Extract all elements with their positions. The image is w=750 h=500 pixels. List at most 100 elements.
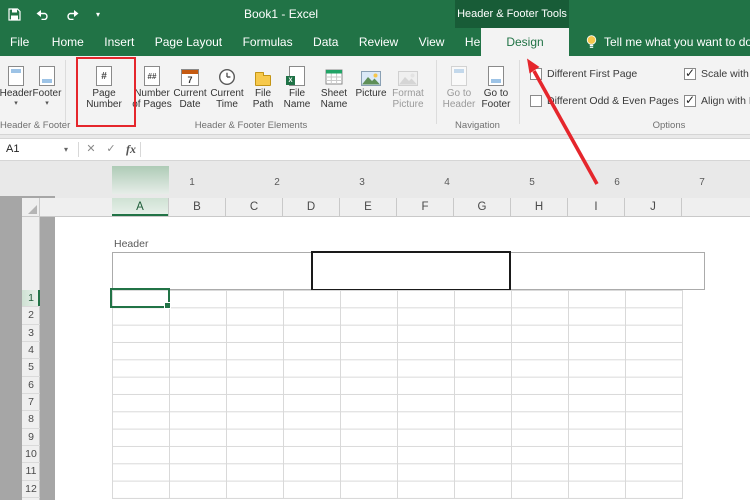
- group-separator: [65, 60, 66, 124]
- go-to-header-button: Go to Header: [441, 58, 477, 124]
- cancel-button[interactable]: ✕: [82, 139, 100, 160]
- number-of-pages-icon: ##: [144, 60, 160, 86]
- row-header-5[interactable]: 5: [22, 359, 40, 377]
- file-name-button[interactable]: X File Name: [281, 58, 313, 124]
- checkbox-icon[interactable]: [684, 66, 696, 80]
- column-header-a[interactable]: A: [112, 198, 169, 216]
- checkbox-align-with-margins[interactable]: Align with Page Margins: [684, 93, 750, 107]
- tab-page-layout[interactable]: Page Layout: [147, 28, 230, 56]
- row-header-10[interactable]: 10: [22, 446, 40, 464]
- window-title: Book1 - Excel: [244, 7, 319, 21]
- ribbon-tab-row: File Home Insert Page Layout Formulas Da…: [0, 28, 750, 56]
- qat-customize-caret-icon[interactable]: ▾: [93, 6, 103, 22]
- picture-button[interactable]: Picture: [355, 58, 387, 124]
- row-header-9[interactable]: 9: [22, 429, 40, 446]
- file-name-icon: X: [286, 60, 305, 86]
- dropdown-caret-icon: ▾: [45, 100, 49, 107]
- tab-review[interactable]: Review: [351, 28, 406, 56]
- row-header-11[interactable]: 11: [22, 463, 40, 481]
- ruler-mark: 1: [189, 177, 195, 188]
- format-picture-button: Format Picture: [388, 58, 428, 124]
- ruler-mark: 4: [444, 177, 450, 188]
- column-header-b[interactable]: B: [169, 198, 226, 216]
- row-header-4[interactable]: 4: [22, 342, 40, 360]
- ruler-mark: 5: [529, 177, 535, 188]
- lightbulb-icon: [586, 35, 597, 48]
- row-header-3[interactable]: 3: [22, 325, 40, 342]
- go-to-footer-button[interactable]: Go to Footer: [478, 58, 514, 124]
- insert-function-button[interactable]: fx: [122, 139, 140, 160]
- formula-bar: A1 ▾ ✕ ✓ fx: [0, 138, 750, 161]
- group-separator: [436, 60, 437, 124]
- go-to-footer-icon: [488, 60, 504, 86]
- footer-icon: [39, 60, 55, 86]
- tab-home[interactable]: Home: [44, 28, 92, 56]
- current-time-button[interactable]: Current Time: [209, 58, 245, 124]
- go-to-header-icon: [451, 60, 467, 86]
- row-header-6[interactable]: 6: [22, 377, 40, 394]
- column-header-c[interactable]: C: [226, 198, 283, 216]
- ruler-mark: 3: [359, 177, 365, 188]
- column-header-strip: A B C D E F G H I J: [22, 198, 750, 217]
- ruler-mark: 6: [614, 177, 620, 188]
- header-center-section-selected[interactable]: [311, 251, 511, 291]
- divider: [78, 142, 79, 157]
- select-all-corner[interactable]: [22, 198, 40, 216]
- formula-input[interactable]: [142, 139, 750, 160]
- column-header-e[interactable]: E: [340, 198, 397, 216]
- tab-file[interactable]: File: [0, 28, 39, 56]
- row-header-2[interactable]: 2: [22, 307, 40, 325]
- ruler-mark: 2: [274, 177, 280, 188]
- current-date-button[interactable]: 7 Current Date: [172, 58, 208, 124]
- picture-icon: [361, 60, 381, 86]
- selected-cell-a1[interactable]: [110, 288, 171, 309]
- column-header-f[interactable]: F: [397, 198, 454, 216]
- redo-icon[interactable]: [64, 6, 80, 22]
- quick-access-toolbar: ▾: [6, 0, 103, 28]
- checkbox-icon[interactable]: [530, 68, 542, 80]
- tab-formulas[interactable]: Formulas: [235, 28, 301, 56]
- tab-view[interactable]: View: [411, 28, 453, 56]
- fill-handle[interactable]: [164, 302, 171, 309]
- row-header-7[interactable]: 7: [22, 394, 40, 412]
- format-picture-icon: [398, 60, 418, 86]
- column-header-j[interactable]: J: [625, 198, 682, 216]
- ruler-selection-highlight: [112, 166, 169, 194]
- name-box-caret-icon[interactable]: ▾: [64, 139, 68, 160]
- checkbox-different-odd-even[interactable]: Different Odd & Even Pages: [530, 95, 679, 107]
- tab-insert[interactable]: Insert: [96, 28, 142, 56]
- checkbox-icon[interactable]: [684, 93, 696, 107]
- tell-me-box[interactable]: Tell me what you want to do: [585, 28, 750, 56]
- column-header-i[interactable]: I: [568, 198, 625, 216]
- worksheet-grid[interactable]: [112, 290, 683, 499]
- file-path-button[interactable]: File Path: [247, 58, 279, 124]
- row-header-12[interactable]: 12: [22, 481, 40, 498]
- group-label-header-footer: Header & Footer: [0, 120, 71, 131]
- tab-data[interactable]: Data: [305, 28, 346, 56]
- undo-icon[interactable]: [35, 6, 51, 22]
- checkbox-different-first-page[interactable]: Different First Page: [530, 68, 637, 80]
- titlebar: ▾ Book1 - Excel Header & Footer Tools: [0, 0, 750, 28]
- current-time-icon: [218, 60, 236, 86]
- footer-button[interactable]: Footer ▾: [32, 58, 62, 124]
- checkbox-icon[interactable]: [530, 95, 542, 107]
- tell-me-label: Tell me what you want to do: [604, 35, 750, 49]
- file-path-icon: [255, 60, 271, 86]
- ruler-mark: 7: [699, 177, 705, 188]
- column-header-g[interactable]: G: [454, 198, 511, 216]
- header-button[interactable]: Header ▾: [0, 58, 32, 124]
- sheet-name-button[interactable]: Sheet Name: [315, 58, 353, 124]
- save-icon[interactable]: [6, 6, 22, 22]
- group-label-options: Options: [652, 120, 686, 131]
- excel-window: ▾ Book1 - Excel Header & Footer Tools Fi…: [0, 0, 750, 500]
- row-header-1[interactable]: 1: [22, 290, 40, 308]
- enter-button[interactable]: ✓: [102, 139, 120, 160]
- group-label-navigation: Navigation: [455, 120, 500, 131]
- header-area-label: Header: [114, 238, 149, 250]
- row-header-8[interactable]: 8: [22, 411, 40, 429]
- column-header-h[interactable]: H: [511, 198, 568, 216]
- tab-design-active[interactable]: Design: [481, 28, 569, 56]
- annotation-highlight-page-number: [76, 57, 136, 127]
- column-header-d[interactable]: D: [283, 198, 340, 216]
- checkbox-scale-with-document[interactable]: Scale with Document: [684, 66, 750, 80]
